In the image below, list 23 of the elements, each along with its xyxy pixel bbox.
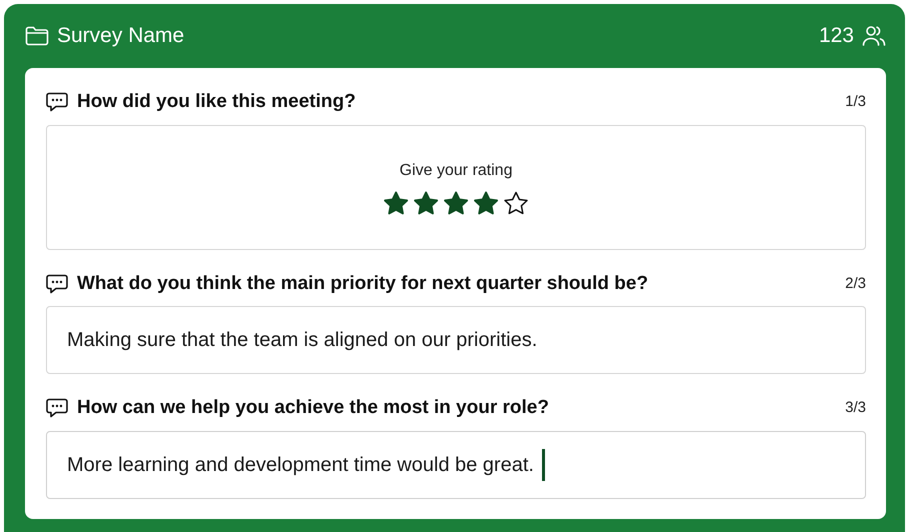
speech-bubble-icon xyxy=(46,92,68,112)
speech-bubble-icon xyxy=(46,398,68,418)
survey-title: Survey Name xyxy=(57,23,184,50)
people-icon xyxy=(862,25,886,47)
participant-count: 123 xyxy=(818,23,854,50)
speech-bubble-icon xyxy=(46,274,68,294)
filled-star-icon[interactable] xyxy=(443,190,469,216)
answer-field[interactable]: Making sure that the team is aligned on our priorities. xyxy=(46,306,866,374)
answer-text: Making sure that the team is aligned on our priorities. xyxy=(67,328,538,353)
question-number: 1/3 xyxy=(845,92,866,112)
answer-field[interactable]: More learning and development time would be great. xyxy=(46,430,866,498)
folder-icon xyxy=(25,26,49,46)
rating-prompt: Give your rating xyxy=(400,160,512,180)
question-title: What do you think the main priority for next quarter should be? xyxy=(77,272,650,296)
answer-text: More learning and development time would be great. xyxy=(67,452,534,478)
empty-star-icon[interactable] xyxy=(503,190,529,216)
filled-star-icon[interactable] xyxy=(413,190,439,216)
question-title: How did you like this meeting? xyxy=(77,90,357,114)
question-number: 3/3 xyxy=(845,398,866,418)
filled-star-icon[interactable] xyxy=(383,190,409,216)
question-title: How can we help you achieve the most in your role? xyxy=(77,396,550,420)
filled-star-icon[interactable] xyxy=(473,190,499,216)
question-number: 2/3 xyxy=(845,274,866,294)
